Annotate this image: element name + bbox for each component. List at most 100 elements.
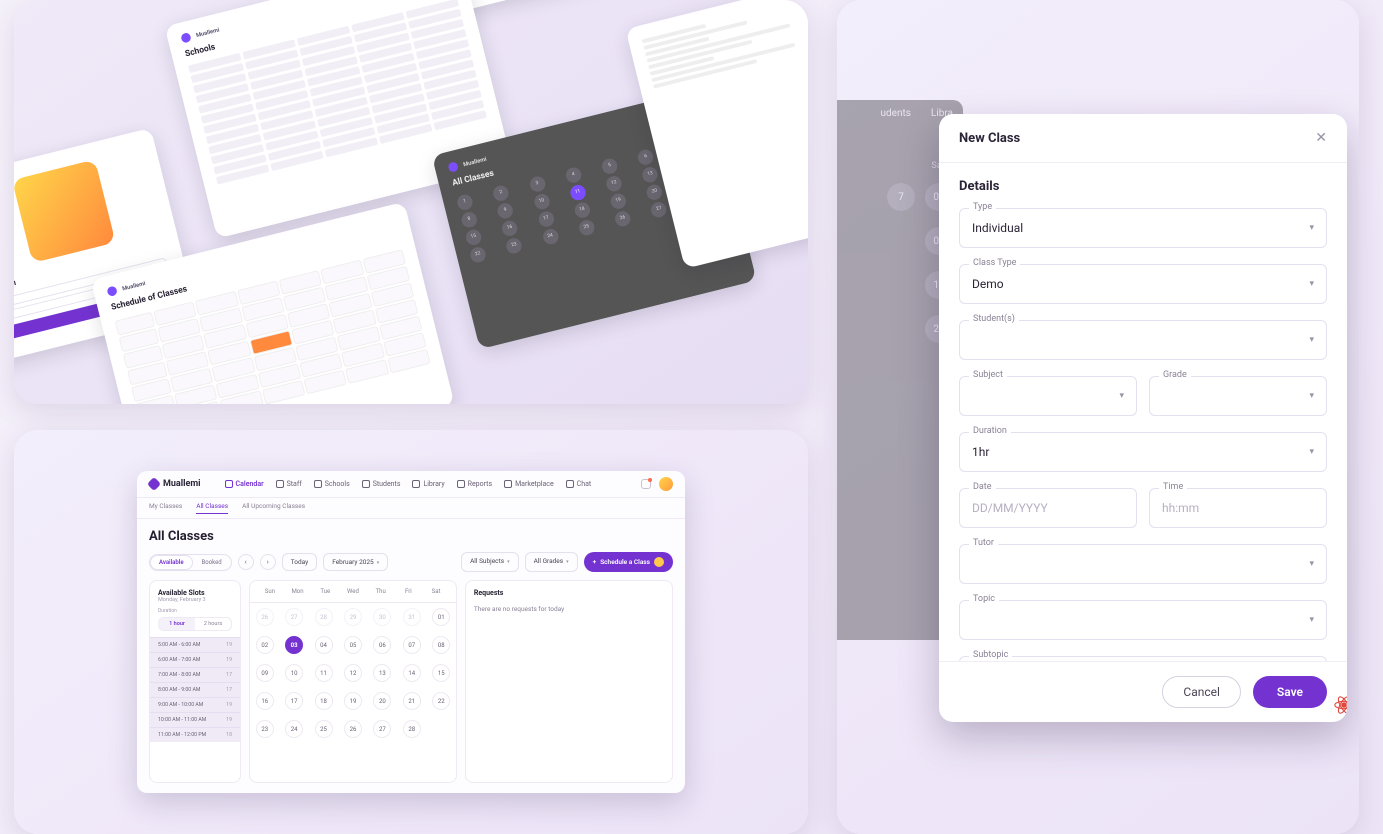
calendar-cell[interactable]: 07: [397, 631, 426, 659]
nav-staff[interactable]: Staff: [276, 480, 302, 488]
subtab[interactable]: All Classes: [196, 502, 228, 514]
calendar-cell[interactable]: 24: [279, 715, 308, 743]
calendar-cell[interactable]: 19: [338, 687, 367, 715]
weekday: Mon: [284, 588, 312, 595]
field-time[interactable]: Time hh:mm: [1149, 488, 1327, 528]
close-icon[interactable]: ✕: [1315, 130, 1327, 146]
field-grade[interactable]: Grade ▾: [1149, 376, 1327, 416]
calendar-cell[interactable]: 12: [338, 659, 367, 687]
slot-list: 5:00 AM - 6:00 AM196:00 AM - 7:00 AM197:…: [150, 637, 240, 742]
today-button[interactable]: Today: [282, 553, 318, 571]
calendar-cell[interactable]: 21: [397, 687, 426, 715]
month-select[interactable]: February 2025▾: [323, 553, 388, 571]
nav-reports[interactable]: Reports: [457, 480, 492, 488]
toolbar: AvailableBooked ‹ › Today February 2025▾…: [149, 552, 673, 572]
weekday: Thu: [367, 588, 395, 595]
calendar-cell[interactable]: 16: [250, 687, 279, 715]
nav-students[interactable]: Students: [362, 480, 401, 488]
slot-row[interactable]: 7:00 AM - 8:00 AM17: [150, 667, 240, 682]
calendar-cell[interactable]: 13: [368, 659, 397, 687]
calendar-cell[interactable]: 23: [250, 715, 279, 743]
calendar-cell[interactable]: 29: [338, 603, 367, 631]
view-toggle[interactable]: AvailableBooked: [149, 554, 232, 571]
calendar-cell[interactable]: 14: [397, 659, 426, 687]
field-tutor[interactable]: Tutor ▾: [959, 544, 1327, 584]
field-students[interactable]: Student(s) ▾: [959, 320, 1327, 360]
calendar-cell[interactable]: 26: [338, 715, 367, 743]
logo[interactable]: Muallemi: [149, 479, 201, 489]
chevron-down-icon: ▾: [1309, 223, 1314, 233]
calendar-cell[interactable]: 28: [397, 715, 426, 743]
slot-row[interactable]: 10:00 AM - 11:00 AM19: [150, 712, 240, 727]
calendar-cell[interactable]: 05: [338, 631, 367, 659]
calendar-cell[interactable]: 18: [309, 687, 338, 715]
calendar-cell[interactable]: 22: [427, 687, 456, 715]
card-collage: Log In Muallemi Schools Muallemi Schedul…: [14, 0, 808, 404]
calendar-cell[interactable]: 25: [309, 715, 338, 743]
chevron-down-icon: ▾: [1309, 279, 1314, 289]
subjects-filter[interactable]: All Subjects▾: [461, 552, 519, 572]
bell-icon[interactable]: [641, 479, 651, 489]
plus-icon: +: [593, 558, 597, 566]
calendar-cell[interactable]: 04: [309, 631, 338, 659]
weekday: Wed: [339, 588, 367, 595]
cancel-button[interactable]: Cancel: [1162, 676, 1241, 708]
slot-row[interactable]: 11:00 AM - 12:00 PM18: [150, 727, 240, 742]
slot-row[interactable]: 5:00 AM - 6:00 AM19: [150, 637, 240, 652]
library-icon: [412, 480, 420, 488]
calendar-cell[interactable]: 31: [397, 603, 426, 631]
nav-calendar[interactable]: Calendar: [225, 480, 264, 488]
save-button[interactable]: Save: [1253, 676, 1327, 708]
calendar-cell[interactable]: 27: [368, 715, 397, 743]
calendar-cell[interactable]: 28: [309, 603, 338, 631]
slot-row[interactable]: 8:00 AM - 9:00 AM17: [150, 682, 240, 697]
view-option[interactable]: Available: [150, 555, 193, 570]
nav-marketplace[interactable]: Marketplace: [504, 480, 554, 488]
subtab[interactable]: All Upcoming Classes: [242, 502, 305, 514]
schedule-class-button[interactable]: +Schedule a Class: [584, 552, 673, 572]
slot-row[interactable]: 6:00 AM - 7:00 AM19: [150, 652, 240, 667]
calendar-cell[interactable]: 11: [309, 659, 338, 687]
calendar-cell[interactable]: 10: [279, 659, 308, 687]
reports-icon: [457, 480, 465, 488]
prev-arrow-icon[interactable]: ‹: [238, 554, 254, 570]
calendar-cell[interactable]: 30: [368, 603, 397, 631]
avatar[interactable]: [659, 477, 673, 491]
grades-filter[interactable]: All Grades▾: [525, 552, 578, 572]
calendar-cell[interactable]: 02: [250, 631, 279, 659]
requests-title: Requests: [474, 589, 664, 597]
nav-chat[interactable]: Chat: [566, 480, 592, 488]
subtab[interactable]: My Classes: [149, 502, 182, 514]
nav-library[interactable]: Library: [412, 480, 444, 488]
calendar-cell[interactable]: 17: [279, 687, 308, 715]
calendar-cell[interactable]: 03: [279, 631, 308, 659]
main-nav: Calendar Staff Schools Students Library Repor…: [225, 480, 592, 488]
calendar-cell[interactable]: 26: [250, 603, 279, 631]
chevron-down-icon: ▾: [377, 560, 380, 566]
field-type[interactable]: Type Individual▾: [959, 208, 1327, 248]
duration-option[interactable]: 1 hour: [159, 618, 195, 630]
calendar-cell[interactable]: 09: [250, 659, 279, 687]
field-date[interactable]: Date DD/MM/YYYY: [959, 488, 1137, 528]
field-topic[interactable]: Topic ▾: [959, 600, 1327, 640]
field-duration[interactable]: Duration 1hr▾: [959, 432, 1327, 472]
nav-schools[interactable]: Schools: [314, 480, 350, 488]
calendar-cell[interactable]: 01: [427, 603, 456, 631]
calendar-cell[interactable]: 08: [427, 631, 456, 659]
calendar-cell[interactable]: 20: [368, 687, 397, 715]
duration-toggle[interactable]: 1 hour2 hours: [158, 617, 232, 631]
duration-option[interactable]: 2 hours: [195, 618, 231, 630]
field-subject[interactable]: Subject ▾: [959, 376, 1137, 416]
chevron-down-icon: ▾: [566, 559, 569, 565]
available-slots-panel: Available Slots Monday, February 3 Durat…: [149, 580, 241, 783]
calendar-cell[interactable]: 06: [368, 631, 397, 659]
next-arrow-icon[interactable]: ›: [260, 554, 276, 570]
requests-empty: There are no requests for today: [474, 605, 664, 613]
slot-row[interactable]: 9:00 AM - 10:00 AM19: [150, 697, 240, 712]
field-class-type[interactable]: Class Type Demo▾: [959, 264, 1327, 304]
calendar-cell[interactable]: 15: [427, 659, 456, 687]
calendar-cell[interactable]: 27: [279, 603, 308, 631]
view-option[interactable]: Booked: [193, 555, 231, 570]
students-icon: [362, 480, 370, 488]
chat-icon: [566, 480, 574, 488]
